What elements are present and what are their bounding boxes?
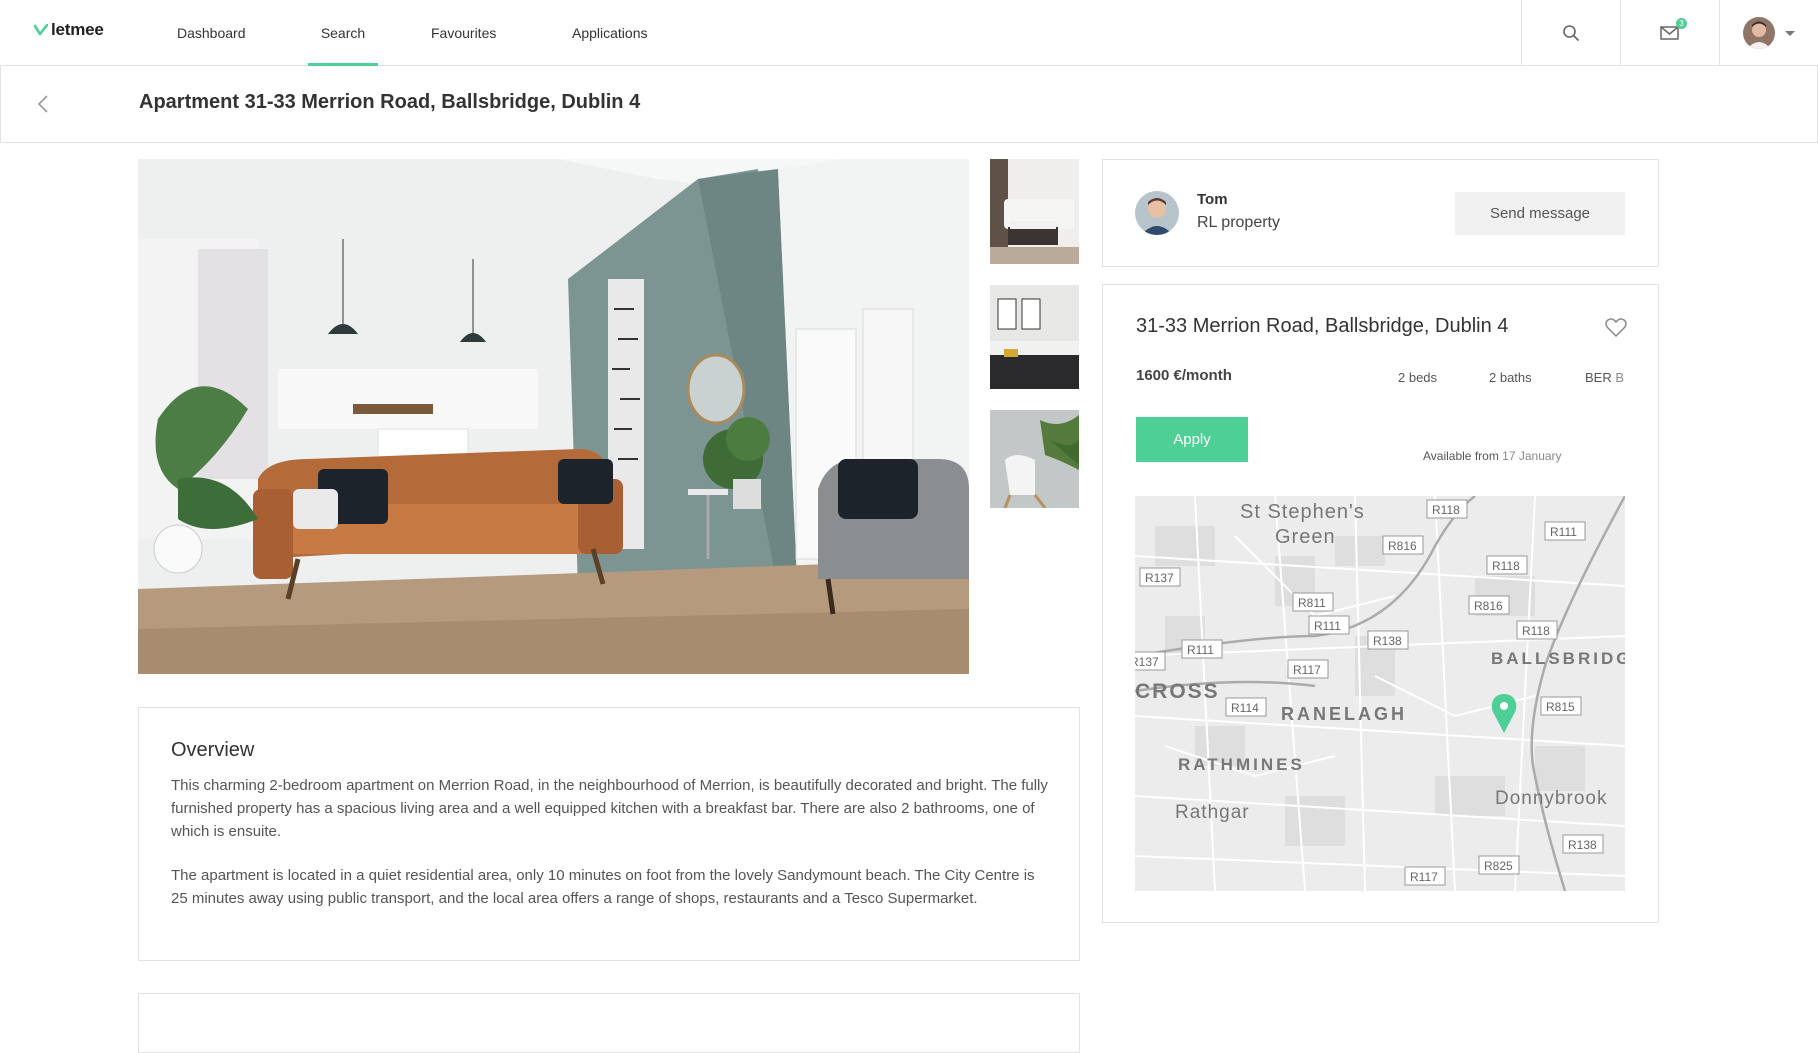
svg-text:R825: R825: [1484, 859, 1513, 873]
svg-text:R118: R118: [1492, 559, 1520, 573]
svg-text:R816: R816: [1474, 599, 1503, 613]
road-shield: R114: [1225, 697, 1267, 717]
logo[interactable]: letmee: [34, 20, 104, 40]
svg-text:R118: R118: [1432, 503, 1460, 517]
agent-avatar: [1135, 191, 1179, 235]
map-label-ballsbridge: BALLSBRIDG: [1491, 649, 1625, 668]
road-shield: R118: [1516, 620, 1558, 640]
next-section-card: [138, 993, 1080, 1053]
road-shield: R111: [1181, 639, 1223, 659]
availability: Available from 17 January: [1423, 449, 1562, 463]
available-label: Available from: [1423, 449, 1499, 463]
logo-text: letmee: [51, 20, 104, 39]
road-shield: R117: [1287, 659, 1329, 679]
road-shield: R111: [1308, 615, 1350, 635]
svg-text:R138: R138: [1568, 838, 1597, 852]
available-date: 17 January: [1502, 449, 1562, 463]
logo-check-icon: [34, 24, 48, 36]
nav-applications[interactable]: Applications: [572, 0, 648, 66]
road-shield: R815: [1540, 696, 1582, 716]
top-navigation: letmee Dashboard Search Favourites Appli…: [0, 0, 1818, 66]
svg-text:R111: R111: [1550, 525, 1577, 539]
svg-text:R815: R815: [1546, 700, 1575, 714]
beds-count: 2 beds: [1398, 370, 1438, 385]
map-label-green: Green: [1275, 526, 1336, 548]
svg-text:R811: R811: [1298, 596, 1326, 610]
svg-text:R114: R114: [1231, 701, 1259, 715]
road-shield: R137: [1135, 651, 1166, 671]
map-label-ranelagh: RANELAGH: [1281, 704, 1407, 724]
page-header: Apartment 31-33 Merrion Road, Ballsbridg…: [0, 66, 1818, 143]
svg-text:R138: R138: [1373, 634, 1402, 648]
road-shield: R138: [1562, 834, 1604, 854]
svg-text:R111: R111: [1187, 643, 1214, 657]
ber-label: BER: [1585, 370, 1612, 385]
map-label-cross: CROSS: [1135, 680, 1220, 703]
page-title: Apartment 31-33 Merrion Road, Ballsbridg…: [139, 91, 641, 113]
overview-card: Overview This charming 2-bedroom apartme…: [138, 707, 1080, 961]
avatar: [1743, 17, 1775, 49]
nav-dashboard[interactable]: Dashboard: [177, 0, 246, 66]
favourite-button[interactable]: [1605, 318, 1627, 343]
road-shield: R117: [1404, 866, 1446, 886]
thumbnail-3[interactable]: [990, 410, 1079, 508]
apply-button[interactable]: Apply: [1136, 417, 1248, 462]
search-button[interactable]: [1521, 0, 1620, 66]
listing-price: 1600 €/month: [1136, 367, 1232, 384]
road-shield: R118: [1486, 555, 1528, 575]
ber-value: B: [1615, 370, 1625, 385]
thumbnail-1[interactable]: [990, 159, 1079, 264]
main-photo[interactable]: [138, 159, 969, 674]
thumbnail-2[interactable]: [990, 285, 1079, 389]
messages-button[interactable]: 3: [1620, 0, 1719, 66]
road-shield: R825: [1478, 855, 1520, 875]
road-shield: R816: [1382, 535, 1424, 555]
overview-paragraph-2: The apartment is located in a quiet resi…: [171, 867, 1035, 907]
svg-text:R111: R111: [1314, 619, 1341, 633]
search-icon: [1563, 25, 1579, 41]
nav-search[interactable]: Search: [308, 0, 378, 66]
listing-address: 31-33 Merrion Road, Ballsbridge, Dublin …: [1136, 315, 1509, 337]
road-shield: R118: [1426, 499, 1468, 519]
location-map[interactable]: St Stephen's Green RANELAGH RATHMINES Ra…: [1135, 496, 1625, 891]
road-shield: R111: [1544, 521, 1586, 541]
map-label-donnybrook: Donnybrook: [1495, 788, 1607, 809]
agent-card: Tom RL property Send message: [1102, 159, 1659, 267]
overview-paragraph-1: This charming 2-bedroom apartment on Mer…: [171, 777, 1048, 840]
heart-icon: [1605, 318, 1627, 338]
svg-text:R118: R118: [1522, 624, 1550, 638]
agent-name: Tom: [1197, 191, 1228, 208]
send-message-button[interactable]: Send message: [1455, 192, 1625, 235]
user-menu[interactable]: [1719, 0, 1818, 66]
chevron-left-icon: [37, 95, 48, 113]
nav-favourites[interactable]: Favourites: [431, 0, 496, 66]
svg-text:R117: R117: [1410, 870, 1438, 884]
svg-text:R137: R137: [1135, 655, 1159, 669]
overview-title: Overview: [171, 739, 255, 761]
road-shield: R811: [1292, 592, 1334, 612]
map-label-rathgar: Rathgar: [1175, 802, 1250, 823]
baths-count: 2 baths: [1489, 370, 1532, 385]
ber-rating: BER B: [1585, 370, 1624, 385]
map-label-st-stephens: St Stephen's: [1240, 501, 1365, 523]
listing-card: 31-33 Merrion Road, Ballsbridge, Dublin …: [1102, 284, 1659, 923]
road-shield: R816: [1468, 595, 1510, 615]
svg-text:R137: R137: [1145, 571, 1174, 585]
chevron-down-icon: [1785, 30, 1795, 36]
mail-count-badge: 3: [1676, 18, 1687, 29]
map-label-rathmines: RATHMINES: [1178, 755, 1305, 774]
svg-text:R816: R816: [1388, 539, 1417, 553]
agent-company: RL property: [1197, 214, 1280, 231]
back-button[interactable]: [31, 90, 55, 118]
svg-text:R117: R117: [1293, 663, 1321, 677]
road-shield: R138: [1367, 630, 1409, 650]
road-shield: R137: [1139, 567, 1181, 587]
